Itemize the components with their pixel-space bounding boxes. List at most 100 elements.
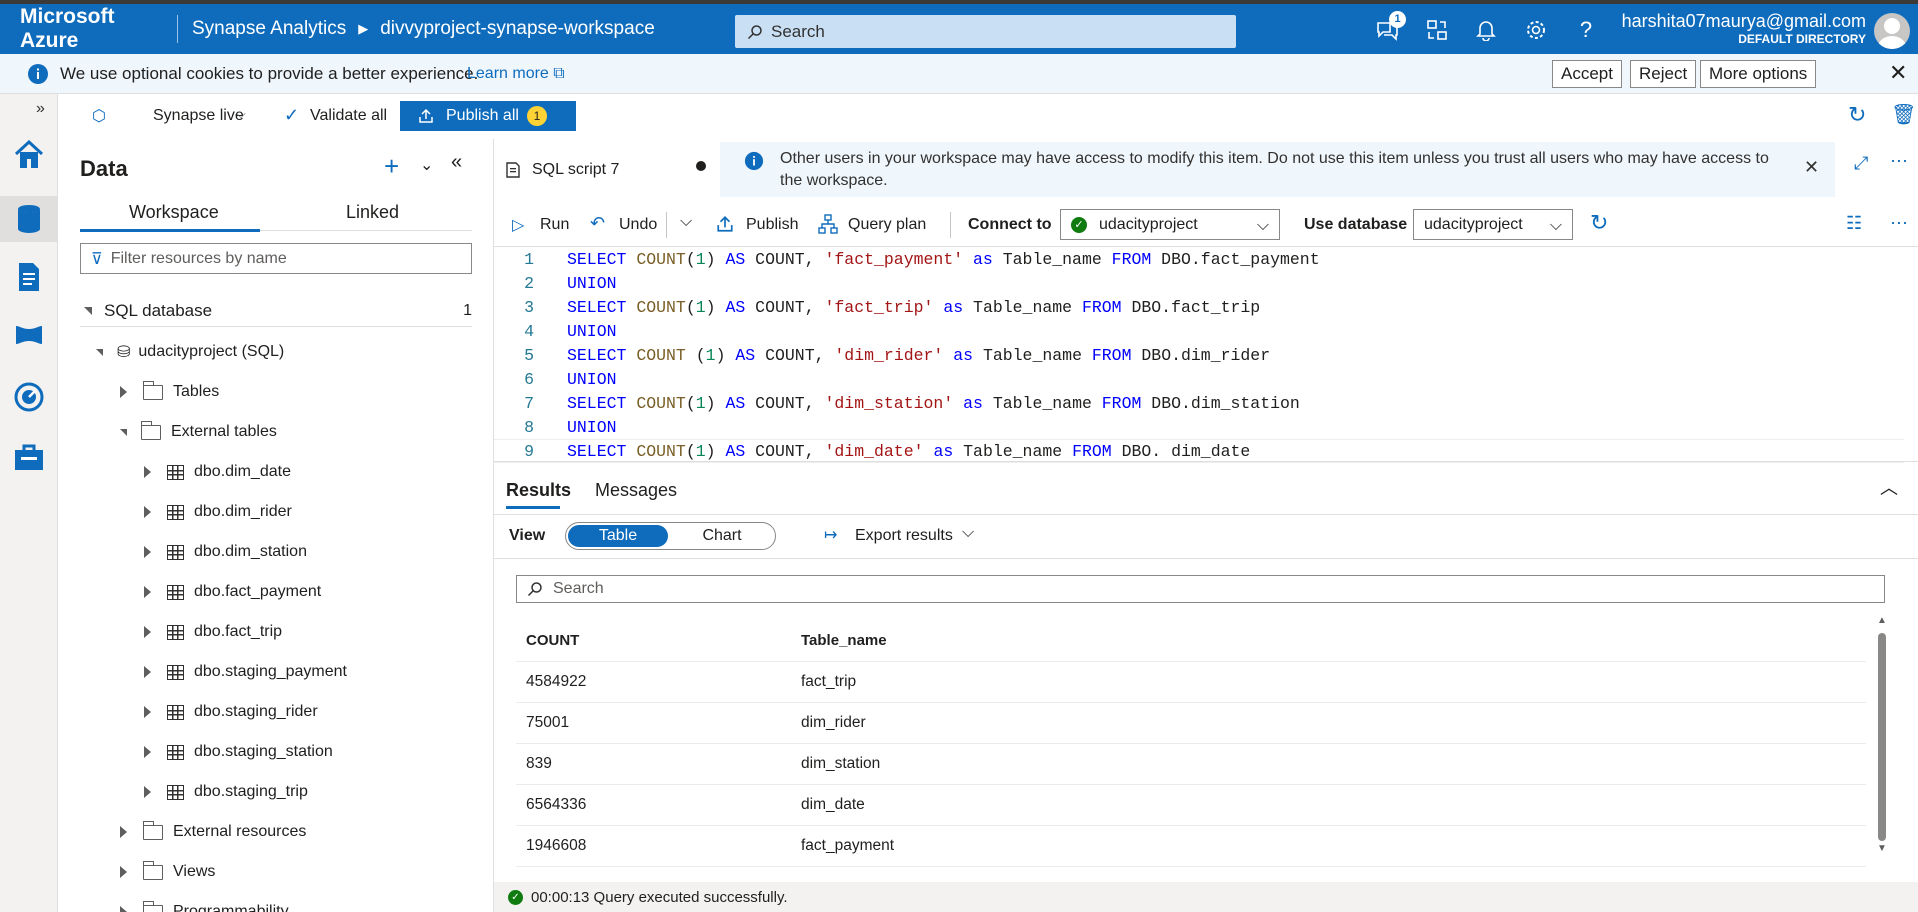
collapse-results-icon[interactable]: ︿	[1880, 474, 1898, 500]
tree-item-external-table[interactable]: dbo.staging_payment	[144, 658, 347, 686]
tab-linked[interactable]: Linked	[346, 202, 399, 223]
tree-item-external-table[interactable]: dbo.dim_rider	[144, 498, 292, 526]
learn-more-link[interactable]: Learn more ⧉	[467, 65, 565, 83]
more-options-button[interactable]: More options	[1700, 60, 1817, 88]
maximize-icon[interactable]: ⤢	[1854, 153, 1868, 174]
code-line: 7 SELECT COUNT(1) AS COUNT, 'dim_station'…	[494, 391, 1904, 415]
chevron-down-icon[interactable]: ⌵	[962, 524, 974, 542]
table-icon	[167, 544, 184, 560]
tree-item-external-resources[interactable]: External resources	[120, 818, 306, 846]
undo-button[interactable]: Undo	[619, 216, 657, 234]
line-number: 8	[524, 417, 534, 437]
filter-placeholder: Filter resources by name	[110, 249, 287, 267]
chevron-down-icon: ⌵	[1549, 217, 1562, 234]
run-button[interactable]: Run	[540, 216, 569, 234]
tab-workspace[interactable]: Workspace	[129, 202, 219, 223]
table-row[interactable]: 4584922 fact_trip	[516, 662, 1866, 703]
properties-icon[interactable]: ☷	[1846, 213, 1862, 234]
tab-sql-script[interactable]: SQL script 7	[494, 139, 720, 203]
view-table-option[interactable]: Table	[568, 525, 668, 547]
tree-item-external-table[interactable]: dbo.staging_trip	[144, 778, 308, 806]
gear-icon[interactable]	[1523, 17, 1549, 43]
table-row[interactable]: 6564336 dim_date	[516, 785, 1866, 826]
avatar[interactable]	[1874, 13, 1910, 49]
manage-icon[interactable]	[12, 440, 46, 474]
tree-section-sql-database[interactable]: SQL database 1	[80, 295, 472, 327]
integrate-icon[interactable]	[12, 318, 46, 352]
connect-to-dropdown[interactable]: ✓ udacityproject ⌵	[1060, 209, 1280, 240]
tree-item-tables[interactable]: Tables	[120, 378, 219, 406]
tree-item-external-table[interactable]: dbo.fact_trip	[144, 618, 282, 646]
tree-item-udacityproject[interactable]: ⛁ udacityproject (SQL)	[96, 338, 284, 366]
tree-item-programmability[interactable]: Programmability	[120, 898, 289, 912]
table-row[interactable]: 75001 dim_rider	[516, 703, 1866, 744]
close-icon[interactable]: ✕	[1889, 60, 1907, 86]
more-icon[interactable]: ⋯	[1890, 151, 1908, 172]
chevron-down-icon[interactable]: ⌵	[680, 213, 692, 231]
scroll-up-icon[interactable]: ▲	[1877, 615, 1887, 626]
tree-item-external-tables[interactable]: External tables	[120, 418, 277, 446]
monitor-icon[interactable]	[12, 380, 46, 414]
more-icon[interactable]: ⋯	[1890, 213, 1908, 234]
tree-item-external-table[interactable]: dbo.dim_station	[144, 538, 307, 566]
collapse-all-icon[interactable]: ⌄	[420, 155, 433, 175]
column-header-table-name[interactable]: Table_name	[801, 632, 887, 649]
cell-count: 839	[526, 755, 552, 772]
active-tab-indicator	[80, 229, 260, 232]
tree-item-external-table[interactable]: dbo.fact_payment	[144, 578, 321, 606]
bell-icon[interactable]	[1473, 17, 1499, 43]
data-hub-icon[interactable]	[0, 196, 58, 242]
view-toggle[interactable]: Table Chart	[565, 522, 776, 550]
code-line: 9 SELECT COUNT(1) AS COUNT, 'dim_date' as…	[494, 439, 1904, 463]
add-icon[interactable]: +	[384, 151, 399, 182]
table-row[interactable]: 1946608 fact_payment	[516, 826, 1866, 867]
results-search-input[interactable]: Search	[516, 575, 1885, 603]
table-row[interactable]: 839 dim_station	[516, 744, 1866, 785]
close-icon[interactable]: ✕	[1804, 156, 1819, 178]
refresh-icon[interactable]: ↻	[1848, 102, 1866, 128]
results-scrollbar[interactable]: ▲ ▼	[1876, 615, 1888, 857]
accept-button[interactable]: Accept	[1552, 60, 1622, 88]
synapse-live-dropdown[interactable]: Synapse live	[153, 107, 244, 125]
use-database-dropdown[interactable]: udacityproject ⌵	[1413, 209, 1573, 240]
tree-item-views[interactable]: Views	[120, 858, 215, 886]
publish-all-button[interactable]: Publish all 1	[400, 101, 576, 131]
filter-resources-input[interactable]: ⊽ Filter resources by name	[80, 243, 472, 274]
tab-messages[interactable]: Messages	[595, 480, 677, 501]
cell-count: 6564336	[526, 796, 587, 813]
column-header-count[interactable]: COUNT	[526, 632, 579, 649]
tree-item-external-table[interactable]: dbo.dim_date	[144, 458, 291, 486]
synapse-live-icon: ⬡	[92, 108, 106, 125]
tree-item-external-table[interactable]: dbo.staging_station	[144, 738, 333, 766]
validate-all-button[interactable]: Validate all	[310, 107, 387, 125]
develop-icon[interactable]	[12, 260, 46, 294]
brand-title[interactable]: Microsoft Azure	[20, 5, 177, 53]
chevron-down-icon[interactable]: ⌵	[236, 106, 246, 122]
cell-table-name: dim_rider	[801, 714, 866, 731]
discard-icon[interactable]: 🗑	[1891, 102, 1916, 127]
refresh-icon[interactable]: ↻	[1590, 210, 1608, 236]
breadcrumb-synapse[interactable]: Synapse Analytics	[192, 18, 346, 40]
reject-button[interactable]: Reject	[1630, 60, 1697, 88]
view-chart-option[interactable]: Chart	[672, 525, 772, 547]
global-search-input[interactable]: Search	[735, 15, 1236, 48]
directory-switch-icon[interactable]	[1424, 17, 1450, 43]
code-line: 5 SELECT COUNT (1) AS COUNT, 'dim_rider' …	[494, 343, 1904, 367]
collapse-panel-icon[interactable]: «	[451, 151, 462, 174]
account-info[interactable]: harshita07maurya@gmail.com DEFAULT DIREC…	[1622, 11, 1866, 46]
tab-results[interactable]: Results	[506, 480, 571, 501]
sql-code-editor[interactable]: 1 SELECT COUNT(1) AS COUNT, 'fact_payment…	[494, 247, 1918, 463]
help-icon[interactable]: ?	[1573, 17, 1599, 43]
tree-item-external-table[interactable]: dbo.staging_rider	[144, 698, 318, 726]
tree-label: Tables	[173, 383, 220, 400]
publish-button[interactable]: Publish	[746, 216, 798, 234]
home-icon[interactable]	[12, 138, 46, 172]
scroll-down-icon[interactable]: ▼	[1877, 843, 1887, 854]
tree-label: dbo.staging_rider	[194, 703, 318, 720]
expand-icon[interactable]: »	[36, 100, 45, 118]
scroll-thumb[interactable]	[1878, 633, 1886, 841]
breadcrumb-workspace[interactable]: divvyproject-synapse-workspace	[380, 18, 655, 40]
query-plan-button[interactable]: Query plan	[848, 216, 926, 234]
export-results-button[interactable]: Export results	[855, 527, 953, 545]
feedback-icon[interactable]: 1	[1374, 11, 1406, 43]
